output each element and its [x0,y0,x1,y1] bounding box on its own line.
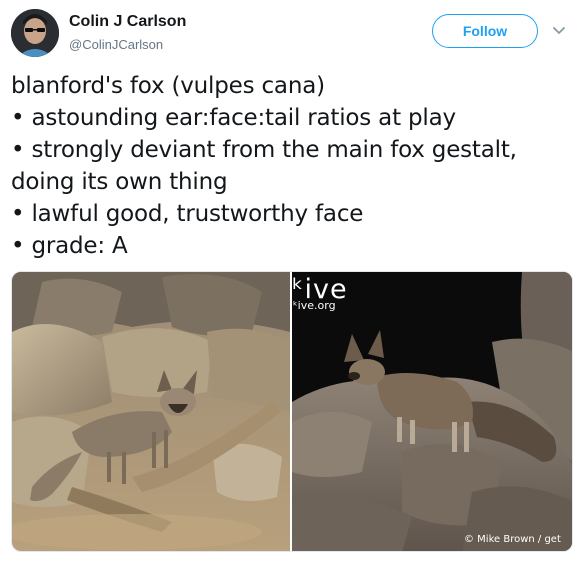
tweet-header: Colin J Carlson @ColinJCarlson Follow [0,0,584,70]
follow-button[interactable]: Follow [432,14,538,48]
tweet-media[interactable]: ᵏive ᵏive.org © Mike Brown / get [11,271,573,552]
tweet-line: • lawful good, trustworthy face [11,201,364,227]
photo-credit: © Mike Brown / get [464,534,561,545]
fox-photo-right[interactable] [292,272,573,552]
tweet-text: blanford's fox (vulpes cana) • astoundin… [11,70,577,262]
user-handle[interactable]: @ColinJCarlson [69,37,163,52]
tweet-line: blanford's fox (vulpes cana) [11,73,325,99]
tweet-line: • grade: A [11,233,128,259]
tweet-line: • strongly deviant from the main fox ges… [11,137,517,163]
user-avatar[interactable] [11,9,59,57]
watermark-url: ᵏive.org [293,299,336,312]
user-display-name[interactable]: Colin J Carlson [69,13,186,31]
chevron-down-icon[interactable] [552,26,566,36]
tweet-line: doing its own thing [11,169,228,195]
tweet-line: • astounding ear:face:tail ratios at pla… [11,105,456,131]
fox-photo-left[interactable] [12,272,290,552]
